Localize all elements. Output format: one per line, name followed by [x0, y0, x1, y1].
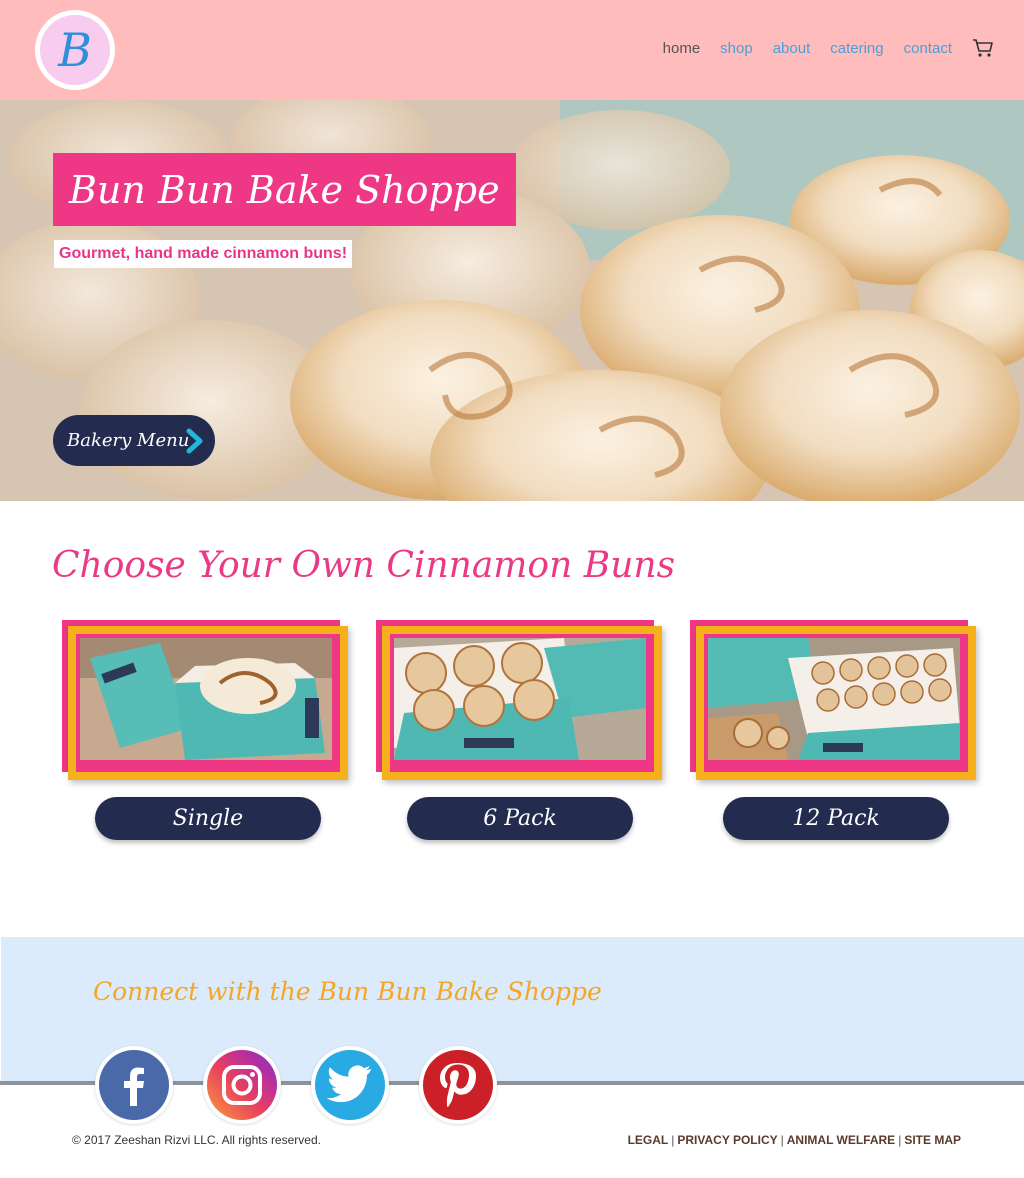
animal-welfare-link[interactable]: ANIMAL WELFARE	[787, 1133, 895, 1147]
pinterest-link[interactable]	[419, 1046, 497, 1124]
copyright-text: © 2017 Zeeshan Rizvi LLC. All rights res…	[72, 1133, 321, 1147]
hero-subtitle: Gourmet, hand made cinnamon buns!	[54, 240, 353, 268]
logo-letter: B	[40, 15, 110, 85]
pinterest-icon	[440, 1063, 476, 1108]
twelve-pack-photo	[708, 638, 964, 768]
site-map-link[interactable]: SITE MAP	[904, 1133, 961, 1147]
bakery-menu-label: Bakery Menu	[67, 430, 190, 451]
nav-shop[interactable]: shop	[720, 40, 753, 57]
six-pack-photo	[394, 638, 650, 768]
site-header: B home shop about catering contact	[0, 0, 1024, 100]
single-button[interactable]: Single	[95, 797, 321, 840]
product-6-pack-image[interactable]	[376, 620, 666, 790]
legal-link[interactable]: LEGAL	[628, 1133, 669, 1147]
bakery-menu-button[interactable]: Bakery Menu	[53, 415, 215, 466]
chevron-right-icon	[186, 428, 203, 454]
section-title: Choose Your Own Cinnamon Buns	[52, 545, 676, 586]
nav-about[interactable]: about	[773, 40, 811, 57]
footer-title: Connect with the Bun Bun Bake Shoppe	[93, 977, 602, 1006]
privacy-policy-link[interactable]: PRIVACY POLICY	[677, 1133, 777, 1147]
facebook-icon	[124, 1067, 144, 1106]
nav-home[interactable]: home	[663, 40, 701, 57]
instagram-icon	[222, 1065, 262, 1105]
nav-contact[interactable]: contact	[904, 40, 952, 57]
twitter-link[interactable]	[311, 1046, 389, 1124]
product-12-pack-image[interactable]	[690, 620, 980, 790]
6-pack-button[interactable]: 6 Pack	[407, 797, 633, 840]
logo[interactable]: B	[35, 10, 115, 90]
12-pack-button[interactable]: 12 Pack	[723, 797, 949, 840]
facebook-link[interactable]	[95, 1046, 173, 1124]
footer-links: LEGAL | PRIVACY POLICY | ANIMAL WELFARE | SITE…	[627, 1133, 961, 1147]
main-nav: home shop about catering contact	[663, 38, 994, 58]
instagram-link[interactable]	[203, 1046, 281, 1124]
shopping-cart-icon[interactable]	[972, 38, 994, 58]
nav-catering[interactable]: catering	[830, 40, 883, 57]
single-bun-photo	[80, 638, 336, 768]
product-single-image[interactable]	[62, 620, 352, 790]
hero-banner: Bun Bun Bake Shoppe Gourmet, hand made c…	[0, 100, 1024, 501]
hero-title: Bun Bun Bake Shoppe	[53, 153, 516, 226]
twitter-icon	[326, 1065, 372, 1103]
